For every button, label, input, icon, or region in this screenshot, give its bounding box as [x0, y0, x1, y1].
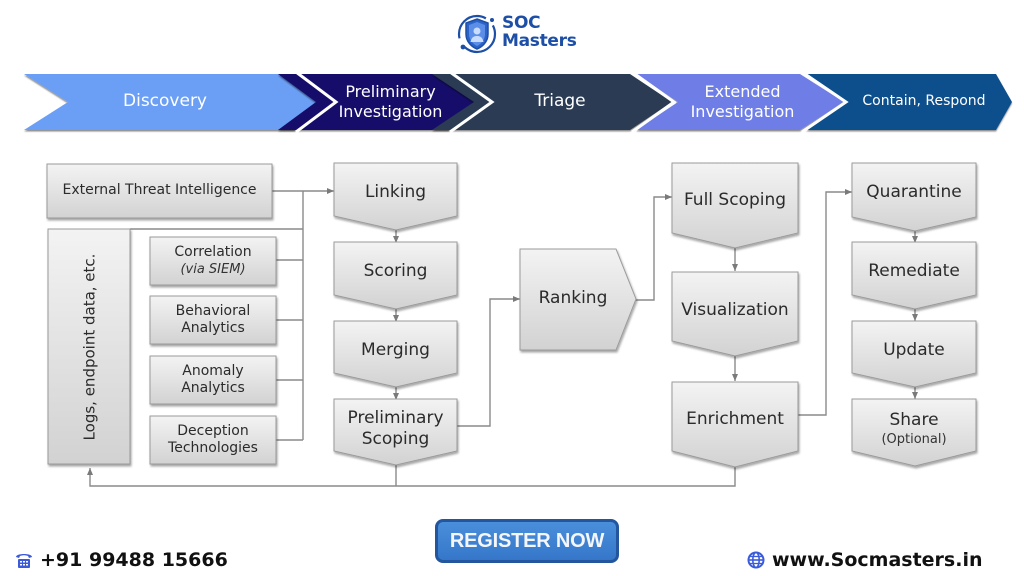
label-behavioral-line2: Analytics: [181, 320, 245, 336]
connector-enrichment-quarantine: [798, 189, 852, 416]
label-full-scoping: Full Scoping: [683, 190, 787, 211]
label-share-line2: (Optional): [881, 431, 947, 447]
phone-contact[interactable]: +91 99488 15666: [14, 549, 228, 571]
label-quarantine: Quarantine: [866, 182, 962, 203]
label-preliminary-scoping: Preliminary Scoping: [334, 401, 457, 457]
label-deception-line1: Deception: [177, 422, 249, 439]
label-update: Update: [883, 340, 945, 361]
connector-feedback-loop: [87, 467, 736, 487]
connector-ranking-fullscoping: [636, 194, 672, 301]
label-remediate: Remediate: [868, 261, 960, 282]
label-deception: Deception Technologies: [150, 416, 276, 464]
label-preliminary-scoping-line2: Scoping: [361, 429, 430, 449]
website-url[interactable]: www.Socmasters.in: [772, 549, 983, 571]
label-scoring: Scoring: [363, 261, 428, 282]
label-share: Share (Optional): [852, 402, 976, 456]
label-behavioral-line1: Behavioral: [175, 302, 251, 319]
label-anomaly-line2: Analytics: [181, 380, 245, 396]
label-deception-line2: Technologies: [168, 440, 258, 456]
register-now-button[interactable]: REGISTER NOW: [435, 519, 619, 563]
label-anomaly-line1: Anomaly: [182, 362, 244, 379]
label-ranking: Ranking: [538, 288, 608, 309]
label-behavioral: Behavioral Analytics: [150, 296, 276, 344]
label-linking: Linking: [364, 182, 427, 203]
connector-scoping-ranking: [457, 296, 520, 427]
label-visualization: Visualization: [681, 300, 789, 321]
label-external-threat-intel: External Threat Intelligence: [62, 182, 257, 199]
label-merging: Merging: [361, 340, 430, 361]
label-enrichment: Enrichment: [686, 409, 784, 430]
label-share-line1: Share: [889, 410, 939, 431]
telephone-icon: [16, 554, 32, 568]
label-correlation: Correlation (via SIEM): [150, 237, 276, 285]
globe-icon: [747, 551, 765, 569]
label-anomaly: Anomaly Analytics: [150, 356, 276, 404]
label-logs: Logs, endpoint data, etc.: [48, 230, 130, 464]
label-preliminary-scoping-line1: Preliminary: [347, 407, 444, 428]
phone-number[interactable]: +91 99488 15666: [40, 549, 228, 571]
label-correlation-line2: (via SIEM): [180, 261, 246, 277]
website-link[interactable]: www.Socmasters.in: [747, 549, 983, 571]
label-logs-text: Logs, endpoint data, etc.: [80, 253, 98, 441]
label-correlation-line1: Correlation: [174, 244, 252, 261]
